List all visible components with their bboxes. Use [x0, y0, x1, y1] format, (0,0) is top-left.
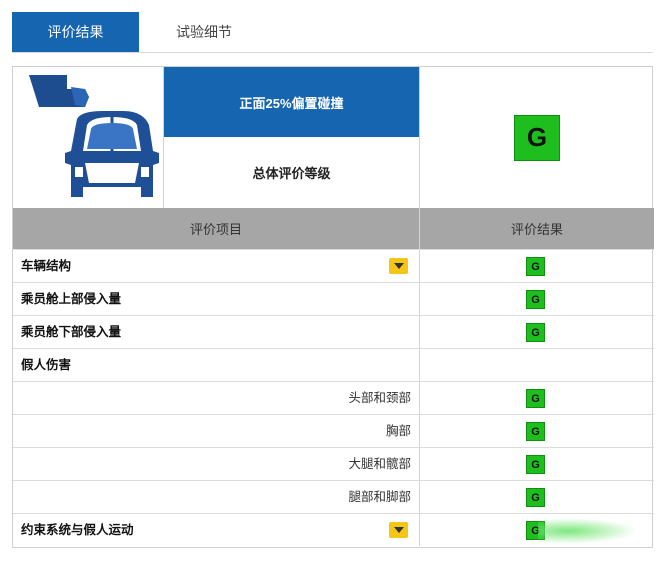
column-divider: [419, 382, 420, 414]
rating-badge: G: [526, 455, 545, 474]
table-row: 乘员舱上部侵入量 G: [13, 282, 654, 315]
row-label: 假人伤害: [21, 358, 72, 372]
table-row: 胸部 G: [13, 414, 654, 447]
chevron-down-icon: [393, 527, 404, 533]
column-divider: [419, 250, 420, 282]
expand-dropdown-button[interactable]: [389, 258, 408, 274]
column-divider: [419, 448, 420, 480]
row-label: 约束系统与假人运动: [21, 523, 134, 537]
overall-rating-cell: G: [419, 67, 654, 208]
column-divider: [419, 316, 420, 348]
tab-test-details[interactable]: 试验细节: [139, 12, 269, 52]
row-label: 腿部和脚部: [348, 490, 411, 504]
row-label: 乘员舱下部侵入量: [21, 325, 122, 339]
car-small-overlap-icon: [29, 75, 159, 197]
test-name: 正面25%偏置碰撞: [164, 67, 419, 137]
watermark-blur: [538, 518, 638, 544]
crash-test-icon-cell: [13, 67, 164, 208]
column-divider: [419, 283, 420, 315]
table-row: 大腿和髋部 G: [13, 447, 654, 480]
column-header-result: 评价结果: [419, 208, 654, 249]
table-row: 假人伤害: [13, 348, 654, 381]
rating-badge: G: [526, 488, 545, 507]
column-divider: [419, 481, 420, 513]
table-row: 腿部和脚部 G: [13, 480, 654, 513]
column-divider: [419, 415, 420, 447]
row-label: 头部和颈部: [348, 391, 411, 405]
table-row: 头部和颈部 G: [13, 381, 654, 414]
expand-dropdown-button[interactable]: [389, 522, 408, 538]
rating-badge: G: [526, 389, 545, 408]
rating-badge: G: [526, 257, 545, 276]
column-header-item: 评价项目: [13, 208, 419, 249]
rating-badge: G: [526, 422, 545, 441]
overall-rating-badge: G: [514, 114, 560, 161]
rating-card: 正面25%偏置碰撞 总体评价等级 G 评价项目 评价结果 车辆结构 G 乘员舱上部侵…: [12, 66, 654, 548]
table-row: 乘员舱下部侵入量 G: [13, 315, 654, 348]
rating-badge: G: [526, 323, 545, 342]
rating-badge: G: [526, 290, 545, 309]
overall-rating-label: 总体评价等级: [252, 166, 331, 181]
table-row: 车辆结构 G: [13, 249, 654, 282]
tab-bar: 评价结果 试验细节: [12, 12, 653, 53]
row-label: 大腿和髋部: [348, 457, 411, 471]
row-label: 胸部: [385, 424, 411, 438]
column-divider: [419, 349, 420, 381]
chevron-down-icon: [393, 263, 404, 269]
tab-evaluation-results[interactable]: 评价结果: [12, 12, 139, 52]
row-label: 车辆结构: [21, 259, 72, 273]
column-divider: [419, 514, 420, 546]
row-label: 乘员舱上部侵入量: [21, 292, 122, 306]
